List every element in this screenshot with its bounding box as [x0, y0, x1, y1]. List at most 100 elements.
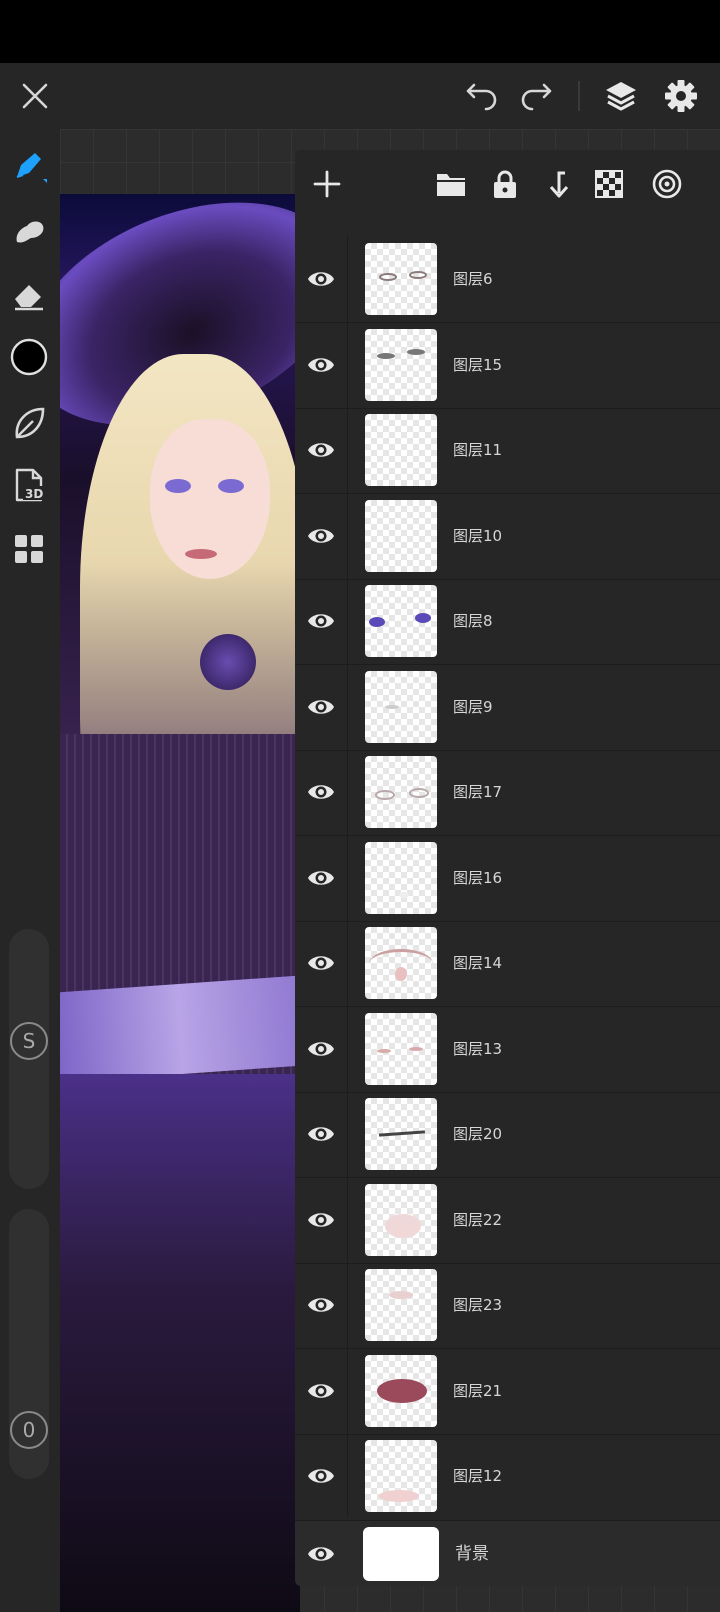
column-divider — [347, 833, 348, 922]
more-tools[interactable] — [0, 520, 58, 578]
layer-row[interactable]: 图层23 — [295, 1261, 720, 1349]
layer-name: 图层14 — [453, 954, 503, 972]
settings-button[interactable] — [656, 63, 706, 129]
smudge-tool[interactable] — [0, 203, 58, 261]
size-slider-label: S — [10, 1022, 48, 1060]
column-divider — [347, 1175, 348, 1264]
artwork-sash — [60, 975, 300, 1083]
visibility-toggle[interactable] — [295, 834, 347, 922]
layer-row[interactable]: 图层14 — [295, 919, 720, 1007]
layer-row[interactable]: 图层22 — [295, 1175, 720, 1264]
visibility-toggle[interactable] — [295, 1432, 347, 1518]
artwork-eye — [218, 479, 244, 493]
eye-icon — [308, 1127, 334, 1141]
smudge-icon — [16, 221, 44, 243]
layer-thumbnail — [365, 1183, 437, 1256]
redo-button[interactable] — [512, 63, 560, 129]
visibility-toggle[interactable] — [295, 1176, 347, 1264]
lock-layer-button[interactable] — [479, 150, 531, 218]
left-toolbar: 3D S 0 — [0, 129, 60, 1612]
3d-file-icon: 3D — [15, 468, 45, 502]
layer-list[interactable]: 图层6 图层15 图层11 图层10 图层8 图层9 图层17 图层16 图层14 图层13 图层2… — [295, 218, 720, 1518]
add-layer-button[interactable] — [301, 150, 353, 218]
eraser-tool[interactable] — [0, 266, 58, 324]
layer-row[interactable]: 图层11 — [295, 406, 720, 494]
layer-thumbnail — [365, 1354, 437, 1427]
layer-row[interactable]: 图层20 — [295, 1090, 720, 1178]
layer-row[interactable]: 图层15 — [295, 320, 720, 409]
background-thumbnail — [363, 1527, 439, 1581]
artwork-lips — [185, 549, 217, 559]
clipping-mask-button[interactable] — [583, 150, 635, 218]
eye-icon — [308, 1212, 334, 1227]
column-divider — [347, 1004, 348, 1093]
background-layer-row[interactable]: 背景 — [295, 1520, 720, 1586]
layer-thumbnail — [365, 499, 437, 572]
add-icon — [313, 170, 341, 198]
column-divider — [347, 577, 348, 665]
layer-thumbnail — [365, 1098, 437, 1170]
layer-row[interactable]: 图层6 — [295, 235, 720, 323]
eye-icon — [308, 272, 334, 286]
liquify-tool[interactable] — [0, 394, 58, 452]
layer-name: 图层11 — [453, 441, 503, 459]
visibility-toggle[interactable] — [295, 321, 347, 409]
visibility-toggle[interactable] — [295, 1005, 347, 1093]
layer-thumbnail — [365, 756, 437, 828]
artwork-skirt — [60, 1074, 300, 1612]
lock-icon — [494, 170, 516, 198]
visibility-toggle[interactable] — [295, 1521, 347, 1586]
redo-icon — [521, 83, 552, 111]
layer-thumbnail — [365, 585, 437, 657]
layer-thumbnail — [365, 414, 437, 486]
layer-row[interactable]: 图层13 — [295, 1004, 720, 1093]
visibility-toggle[interactable] — [295, 492, 347, 580]
layer-row[interactable]: 图层12 — [295, 1432, 720, 1518]
visibility-toggle[interactable] — [295, 748, 347, 836]
eye-icon — [308, 357, 334, 372]
visibility-toggle[interactable] — [295, 235, 347, 323]
eye-icon — [308, 1041, 334, 1056]
visibility-toggle[interactable] — [295, 919, 347, 1007]
pen-tool[interactable] — [0, 138, 58, 196]
layer-thumbnail — [365, 1440, 437, 1512]
eye-icon — [308, 528, 334, 543]
close-button[interactable] — [12, 63, 58, 129]
undo-icon — [466, 83, 497, 111]
layer-row[interactable]: 图层10 — [295, 491, 720, 580]
3d-tool[interactable]: 3D — [0, 456, 58, 514]
new-folder-button[interactable] — [425, 150, 477, 218]
3d-label: 3D — [25, 487, 43, 501]
visibility-toggle[interactable] — [295, 1090, 347, 1178]
layers-panel-header — [295, 150, 720, 218]
color-picker[interactable] — [0, 328, 58, 386]
status-bar — [0, 0, 720, 63]
visibility-toggle[interactable] — [295, 577, 347, 665]
layer-row[interactable]: 图层17 — [295, 748, 720, 836]
close-icon — [22, 83, 48, 109]
layer-row[interactable]: 图层9 — [295, 662, 720, 751]
column-divider — [347, 320, 348, 409]
column-divider — [347, 662, 348, 751]
visibility-toggle[interactable] — [295, 1347, 347, 1435]
visibility-toggle[interactable] — [295, 663, 347, 751]
folder-icon — [437, 174, 465, 196]
layer-row[interactable]: 图层21 — [295, 1346, 720, 1435]
layer-thumbnail — [365, 670, 437, 743]
layer-row[interactable]: 图层16 — [295, 833, 720, 922]
layer-row[interactable]: 图层8 — [295, 577, 720, 665]
column-divider — [347, 491, 348, 580]
visibility-toggle[interactable] — [295, 406, 347, 494]
visibility-toggle[interactable] — [295, 1261, 347, 1349]
gear-icon — [665, 80, 697, 112]
color-circle-icon — [10, 338, 48, 376]
merge-down-button[interactable] — [531, 150, 583, 218]
column-divider — [347, 1090, 348, 1178]
undo-button[interactable] — [458, 63, 506, 129]
artwork — [60, 194, 300, 1612]
grid-icon — [15, 535, 43, 563]
layer-name: 图层15 — [453, 355, 503, 374]
layers-button[interactable] — [596, 63, 646, 129]
layer-name: 图层12 — [453, 1467, 503, 1485]
layer-target-button[interactable] — [641, 150, 693, 218]
